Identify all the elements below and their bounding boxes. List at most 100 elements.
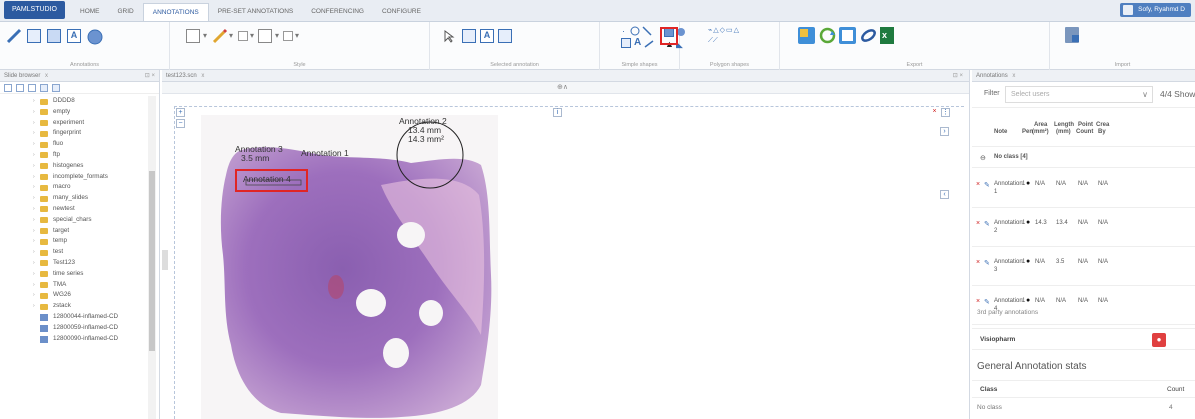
expand-arrow-icon[interactable]: › — [33, 247, 35, 258]
line-tool-icon[interactable] — [642, 26, 652, 36]
expand-arrow-icon[interactable]: › — [33, 269, 35, 280]
annotation-row[interactable]: × ✎ Annotation 3 1 ● N/A 3.5 N/A N/A — [972, 248, 1195, 286]
viewer-tab-title[interactable]: test123.scn — [166, 73, 197, 79]
annotation-1-label[interactable]: Annotation 1 — [301, 149, 349, 158]
delete-icon[interactable]: × — [976, 181, 980, 188]
tree-file-item[interactable]: 12800044-inflamed-CD — [0, 312, 148, 323]
annotation-row[interactable]: × ✎ Annotation 2 1 ● 14.3 13.4 N/A N/A — [972, 209, 1195, 247]
tree-folder-item[interactable]: › incomplete_formats — [0, 172, 148, 183]
refresh-icon[interactable] — [819, 27, 836, 44]
grid-view-icon[interactable] — [52, 84, 60, 92]
freehand-pen-icon[interactable] — [6, 28, 22, 44]
point-icon[interactable]: · — [622, 26, 625, 36]
polygon-tools-icon[interactable]: ⌁△◇▭△ — [708, 26, 740, 34]
dropdown-arrow-icon[interactable]: ▾ — [250, 31, 254, 40]
tree-folder-item[interactable]: › empty — [0, 107, 148, 118]
splitter-handle[interactable] — [162, 250, 168, 270]
expand-icon[interactable]: ⊖ — [980, 154, 986, 162]
edit-icon[interactable]: ✎ — [984, 181, 990, 189]
panel-options-icon[interactable]: ⊡ × — [145, 70, 155, 82]
annotation-row[interactable]: × ✎ Annotation 4 1 ● N/A N/A N/A N/A — [972, 287, 1195, 325]
import-icon[interactable] — [1065, 27, 1079, 43]
app-menu-button[interactable]: PAMLSTUDIO — [4, 1, 65, 19]
expand-arrow-icon[interactable]: › — [33, 139, 35, 150]
tree-folder-item[interactable]: › many_slides — [0, 193, 148, 204]
excel-icon[interactable]: x — [880, 27, 894, 44]
tab-grid[interactable]: GRID — [109, 3, 143, 21]
user-badge[interactable]: Sofy, Ryahmd D — [1120, 3, 1191, 17]
tree-file-item[interactable]: 12800090-inflamed-CD — [0, 334, 148, 345]
user-filter-select[interactable]: Select users ∨ — [1005, 86, 1153, 103]
expand-arrow-icon[interactable]: › — [33, 118, 35, 129]
tab-conferencing[interactable]: CONFERENCING — [302, 3, 373, 21]
scroll-arrow-icon[interactable]: ‹ — [940, 190, 949, 199]
line-width-icon[interactable] — [258, 29, 272, 43]
delete-icon[interactable]: × — [976, 298, 980, 305]
dropdown-arrow-icon[interactable]: ▾ — [275, 31, 279, 40]
arrow-tool-icon[interactable] — [644, 39, 654, 49]
panel-options-icon[interactable]: ⊡ × — [953, 70, 963, 82]
sort-icon[interactable] — [28, 84, 36, 92]
polyline-icon[interactable]: ⟋⟋ — [708, 37, 718, 45]
edit-icon[interactable]: ✎ — [984, 259, 990, 267]
tree-folder-item[interactable]: › TMA — [0, 280, 148, 291]
text-tool-icon[interactable]: A — [67, 29, 81, 43]
delete-icon[interactable]: × — [976, 220, 980, 227]
tree-folder-item[interactable]: › test — [0, 247, 148, 258]
expand-arrow-icon[interactable]: › — [33, 182, 35, 193]
edit-icon[interactable]: ✎ — [984, 298, 990, 306]
slide-canvas[interactable]: + − i × ⋮ › ‹ Annotation 2 13.4 mm 14.3 … — [174, 106, 964, 419]
tree-folder-item[interactable]: › histogenes — [0, 161, 148, 172]
edit-icon[interactable]: ✎ — [984, 220, 990, 228]
delete-icon[interactable]: × — [976, 259, 980, 266]
pencil-icon[interactable] — [212, 28, 228, 44]
circle-tool-icon[interactable] — [630, 26, 640, 36]
scrollbar-thumb[interactable] — [149, 171, 155, 351]
line-color-icon[interactable] — [186, 29, 200, 43]
rectangle-tool-icon[interactable] — [27, 29, 41, 43]
tab-configure[interactable]: CONFIGURE — [373, 3, 430, 21]
tree-folder-item[interactable]: › DDDD8 — [0, 96, 148, 107]
tree-folder-item[interactable]: › macro — [0, 182, 148, 193]
expand-arrow-icon[interactable]: › — [33, 204, 35, 215]
expand-arrow-icon[interactable]: › — [33, 172, 35, 183]
tree-folder-item[interactable]: › Test123 — [0, 258, 148, 269]
tab-annotations[interactable]: ANNOTATIONS — [142, 3, 209, 21]
tab-preset-annotations[interactable]: PRE-SET ANNOTATIONS — [209, 3, 302, 21]
expand-arrow-icon[interactable]: › — [33, 150, 35, 161]
export-slide-icon[interactable] — [839, 27, 856, 44]
expand-arrow-icon[interactable]: › — [33, 226, 35, 237]
expand-arrow-icon[interactable]: › — [33, 215, 35, 226]
edit-shape-icon[interactable] — [498, 29, 512, 43]
tree-folder-item[interactable]: › target — [0, 226, 148, 237]
tree-folder-item[interactable]: › special_chars — [0, 215, 148, 226]
opacity-icon[interactable] — [283, 31, 293, 41]
image-export-icon[interactable] — [798, 27, 815, 44]
refresh-icon[interactable] — [16, 84, 24, 92]
expand-arrow-icon[interactable]: › — [33, 107, 35, 118]
dropdown-arrow-icon[interactable]: ▾ — [229, 31, 233, 40]
tree-folder-item[interactable]: › ftp — [0, 150, 148, 161]
globe-icon[interactable] — [87, 29, 103, 45]
list-view-icon[interactable] — [4, 84, 12, 92]
tree-folder-item[interactable]: › fluo — [0, 139, 148, 150]
expand-arrow-icon[interactable]: › — [33, 193, 35, 204]
tree-folder-item[interactable]: › temp — [0, 236, 148, 247]
tree-scrollbar[interactable] — [148, 96, 156, 419]
expand-arrow-icon[interactable]: › — [33, 161, 35, 172]
link-icon[interactable] — [860, 27, 877, 44]
expand-arrow-icon[interactable]: › — [33, 258, 35, 269]
menu-dots-icon[interactable]: ⋮ — [941, 108, 950, 117]
rect-shape-icon[interactable] — [621, 38, 631, 48]
tab-home[interactable]: HOME — [71, 3, 109, 21]
dropdown-arrow-icon[interactable]: ▾ — [295, 31, 299, 40]
class-group-row[interactable]: ⊖ No class [4] — [972, 148, 1195, 168]
annotation-row[interactable]: × ✎ Annotation 1 1 ● N/A N/A N/A N/A — [972, 170, 1195, 208]
tree-folder-item[interactable]: › fingerprint — [0, 128, 148, 139]
close-tab-icon[interactable]: x — [201, 73, 204, 79]
expand-arrow-icon[interactable]: › — [33, 290, 35, 301]
close-tab-icon[interactable]: x — [1012, 73, 1015, 79]
zoom-out-button[interactable]: − — [176, 119, 185, 128]
close-tab-icon[interactable]: x — [45, 73, 48, 79]
text-shape-icon[interactable]: A — [634, 37, 641, 48]
